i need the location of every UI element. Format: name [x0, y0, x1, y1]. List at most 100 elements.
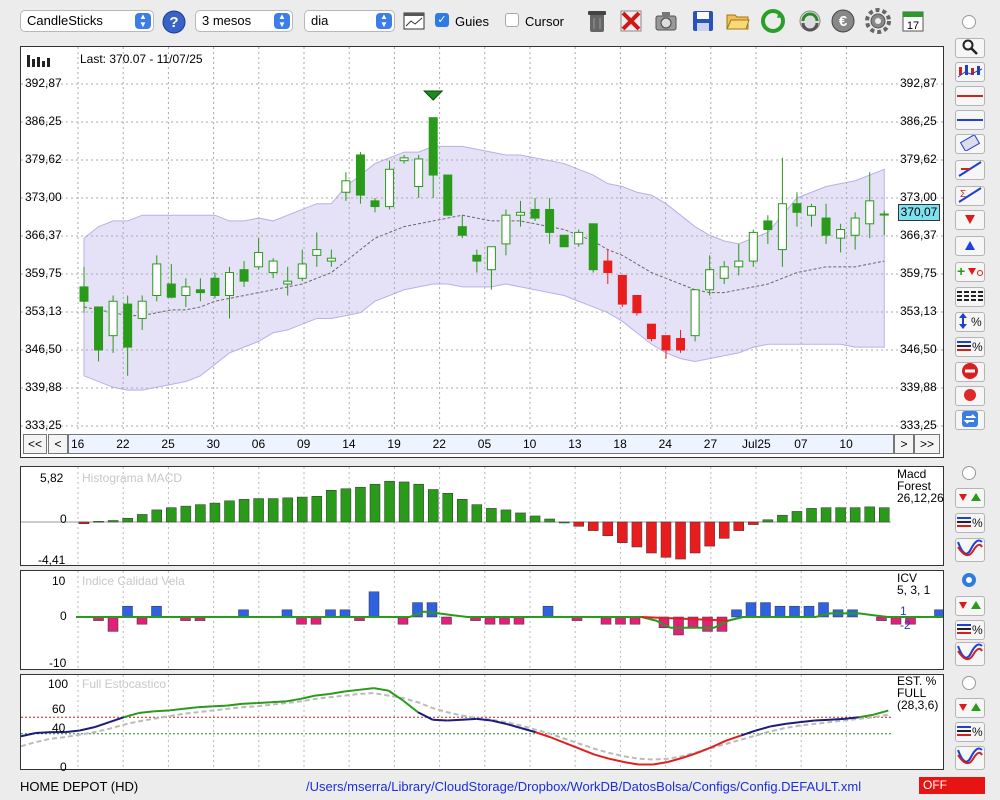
open-folder-icon[interactable] — [725, 8, 751, 34]
sync-icon[interactable] — [797, 8, 823, 34]
swap-tool-button[interactable] — [955, 410, 985, 430]
candle — [617, 274, 627, 305]
price-chart — [21, 47, 943, 432]
chart-type-select[interactable]: CandleSticks ▲ ▼ — [20, 10, 154, 32]
icv-curve-button[interactable] — [955, 642, 985, 666]
lines-tool-button[interactable] — [955, 287, 985, 307]
panel-radio-stochastic[interactable] — [962, 676, 976, 690]
y-tick-label-left: 392,87 — [25, 76, 62, 90]
period-select[interactable]: 3 mesos ▲ ▼ — [195, 10, 293, 32]
stoch-k-segment — [579, 747, 595, 756]
period-value: 3 mesos — [202, 13, 252, 28]
channel-tool-button[interactable] — [955, 133, 985, 154]
nav-prev-button[interactable]: < — [48, 434, 68, 454]
add-remove-tool-button[interactable]: + — [955, 262, 985, 282]
icv-percent-button[interactable]: % — [955, 620, 985, 640]
stoch-curve-button[interactable] — [955, 746, 985, 770]
nav-next-button[interactable]: > — [894, 434, 914, 454]
calendar-icon[interactable]: 17 — [900, 8, 926, 34]
y-tick-label-left: 353,13 — [25, 303, 62, 318]
candle — [152, 263, 162, 296]
candle — [472, 254, 482, 262]
off-badge[interactable]: OFF — [919, 777, 985, 794]
chart-window-icon[interactable] — [401, 8, 427, 34]
zoom-tool-button[interactable] — [955, 38, 985, 58]
macd-bar — [326, 489, 337, 523]
nav-first-button[interactable]: << — [23, 434, 47, 454]
panel-radio-main[interactable] — [962, 15, 976, 29]
candle — [690, 289, 700, 337]
x-date-label: 05 — [477, 437, 492, 451]
macd-arrows-button[interactable] — [955, 488, 985, 508]
svg-text:%: % — [972, 516, 983, 530]
macd-bar — [413, 483, 424, 523]
stoch-k-segment — [755, 725, 771, 732]
macd-bar — [879, 507, 890, 523]
macd-bar — [791, 511, 803, 523]
arrows-up-down-icon — [957, 701, 983, 716]
cursor-checkbox[interactable] — [505, 13, 519, 27]
horizontal-line-red-icon — [957, 89, 983, 104]
settings-gear-icon[interactable] — [865, 8, 891, 34]
config-path-link[interactable]: /Users/mserra/Library/CloudStorage/Dropb… — [306, 779, 861, 794]
macd-percent-button[interactable]: % — [955, 513, 985, 533]
macd-bar — [704, 521, 715, 547]
stoch-k-segment — [829, 717, 845, 721]
panel-radio-macd[interactable] — [962, 466, 976, 480]
percent-range-tool-button[interactable]: % — [955, 312, 985, 332]
delete-icon[interactable] — [618, 8, 644, 34]
svg-text:%: % — [972, 725, 983, 739]
stoch-arrows-button[interactable] — [955, 698, 985, 718]
trend-line-tool-button[interactable] — [955, 160, 985, 180]
nav-last-button[interactable]: >> — [914, 434, 940, 454]
interval-select[interactable]: dia ▲ ▼ — [304, 10, 395, 32]
macd-bar — [166, 507, 177, 523]
icv-bar — [513, 616, 525, 625]
icv-bar — [600, 616, 612, 625]
y-tick-label-left: 359,75 — [25, 265, 62, 280]
stoch-k-segment — [623, 761, 639, 766]
refresh-icon[interactable] — [760, 8, 786, 34]
macd-bar — [631, 521, 643, 548]
trash-icon[interactable] — [584, 8, 610, 34]
currency-euro-icon[interactable]: € — [830, 8, 856, 34]
stoch-k-segment — [314, 692, 330, 697]
record-tool-button[interactable] — [955, 386, 985, 406]
fibonacci-tool-button[interactable]: Σ — [955, 186, 985, 206]
bollinger-band — [83, 145, 885, 391]
save-icon[interactable] — [690, 8, 716, 34]
y-tick-label-left: 379,62 — [25, 152, 62, 166]
x-date-label: 07 — [794, 437, 808, 451]
percent-lines-tool-button[interactable]: % — [955, 337, 985, 357]
curve-icon — [957, 539, 983, 562]
candle — [879, 213, 889, 216]
percent-lines-icon: % — [957, 338, 983, 357]
guides-checkbox[interactable]: ✓ — [435, 13, 449, 27]
percent-lines-icon: % — [957, 514, 983, 533]
y-tick-label-right: 333,25 — [900, 418, 937, 432]
camera-icon[interactable] — [653, 8, 679, 34]
candle — [705, 269, 715, 291]
icv-arrows-button[interactable] — [955, 596, 985, 616]
stoch-k-segment — [138, 710, 154, 715]
arrow-down-tool-button[interactable] — [955, 210, 985, 230]
price-chart-panel[interactable] — [20, 46, 944, 458]
help-icon[interactable]: ? — [161, 9, 187, 35]
candle — [719, 266, 729, 279]
arrow-up-tool-button[interactable] — [955, 236, 985, 256]
icv-tick-top: 10 — [52, 574, 66, 588]
stop-tool-button[interactable] — [955, 362, 985, 382]
hline-red-tool-button[interactable] — [955, 86, 985, 106]
candle — [428, 117, 438, 176]
macd-bar — [500, 509, 512, 523]
candle — [836, 229, 846, 239]
icv-bar — [615, 616, 626, 625]
hline-blue-tool-button[interactable] — [955, 110, 985, 130]
candles-tool-button[interactable] — [955, 62, 985, 82]
candle — [399, 157, 409, 162]
stoch-percent-button[interactable]: % — [955, 722, 985, 742]
stoch-tick-0: 0 — [60, 760, 67, 774]
stoch-k-segment — [432, 718, 448, 722]
macd-curve-button[interactable] — [955, 538, 985, 562]
panel-radio-icv[interactable] — [962, 573, 976, 587]
